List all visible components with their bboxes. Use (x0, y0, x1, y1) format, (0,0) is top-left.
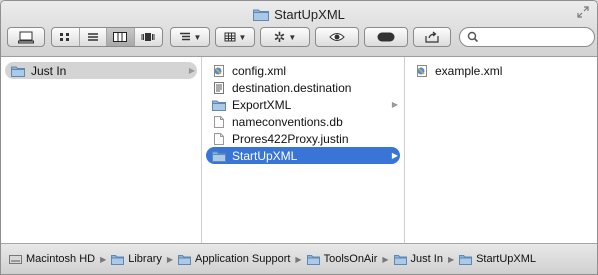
item-name: destination.destination (232, 80, 352, 95)
list-view-button[interactable] (80, 28, 107, 46)
disclosure-arrow-icon: ▶ (391, 100, 398, 109)
folder-icon (111, 254, 125, 265)
path-item[interactable]: ToolsOnAir (306, 253, 378, 265)
eye-icon (329, 33, 345, 41)
path-item[interactable]: StartUpXML (459, 253, 536, 265)
search-field[interactable] (459, 27, 595, 47)
blank-file-icon (214, 115, 224, 128)
item-name: StartUpXML (232, 148, 298, 163)
toggle-button[interactable] (364, 27, 408, 47)
icon-view-icon (60, 33, 70, 41)
path-item-label: Library (128, 253, 162, 265)
path-item-label: ToolsOnAir (323, 253, 378, 265)
item-name: Just In (31, 63, 67, 78)
item-name: Prores422Proxy.justin (232, 131, 349, 146)
blank-file-icon (214, 132, 224, 145)
column-1: Just In ▶ (1, 57, 202, 243)
folder-icon (253, 9, 270, 21)
folder-icon (178, 254, 192, 265)
column-2: config.xml destination.destination ExportX… (202, 57, 405, 243)
folder-icon (11, 66, 25, 77)
column-3: example.xml (405, 57, 597, 243)
folder-icon (212, 100, 226, 111)
back-forward-button[interactable] (7, 27, 45, 47)
xml-file-icon (417, 64, 427, 77)
path-separator-icon: ▶ (447, 254, 455, 264)
item-name: ExportXML (232, 97, 292, 112)
share-button[interactable] (413, 27, 451, 47)
item-name: example.xml (435, 63, 503, 78)
path-bar: Macintosh HD ▶ Library ▶ Application Support… (1, 243, 597, 274)
arrange-icon (179, 32, 190, 41)
path-item[interactable]: Macintosh HD (9, 253, 95, 265)
list-item[interactable]: Prores422Proxy.justin (206, 130, 400, 147)
fullscreen-icon[interactable] (577, 6, 589, 18)
toggle-icon (377, 32, 395, 42)
list-item[interactable]: destination.destination (206, 79, 400, 96)
path-item[interactable]: Application Support (178, 253, 290, 265)
action-button[interactable]: ✲ ▼ (260, 27, 310, 47)
path-item[interactable]: Library (111, 253, 162, 265)
path-separator-icon: ▶ (166, 254, 174, 264)
icon-view-button[interactable] (52, 28, 80, 46)
path-item-label: Application Support (195, 253, 291, 265)
list-item[interactable]: Just In ▶ (5, 62, 197, 79)
share-icon (425, 31, 439, 43)
search-input[interactable] (482, 30, 591, 45)
item-name: config.xml (232, 63, 287, 78)
coverflow-view-icon (141, 33, 155, 41)
chevron-down-icon: ▼ (193, 32, 202, 42)
search-icon (467, 31, 479, 43)
column-view-icon (113, 32, 128, 42)
item-name: nameconventions.db (232, 114, 343, 129)
list-item[interactable]: ExportXML ▶ (206, 96, 400, 113)
chevron-down-icon: ▼ (238, 32, 247, 42)
chevron-down-icon: ▼ (288, 32, 297, 42)
xml-file-icon (214, 64, 224, 77)
column-browser: Just In ▶ config.xml destination.destinati… (1, 57, 597, 243)
arrange-button[interactable]: ▼ (170, 27, 210, 47)
disclosure-arrow-icon: ▶ (391, 151, 398, 160)
document-icon (214, 81, 224, 94)
path-separator-icon: ▶ (382, 254, 389, 264)
list-view-icon (87, 33, 98, 41)
title-bar: StartUpXML ▼ ▼ ✲ ▼ (1, 1, 597, 57)
list-item[interactable]: example.xml (409, 62, 593, 79)
view-mode-segments (51, 27, 163, 47)
path-item-label: StartUpXML (476, 253, 537, 265)
grid-menu-icon (224, 32, 236, 42)
window-title: StartUpXML (1, 7, 597, 22)
view-options-button[interactable]: ▼ (215, 27, 255, 47)
path-separator-icon: ▶ (100, 254, 107, 264)
path-separator-icon: ▶ (295, 254, 302, 264)
path-item-label: Just In (410, 253, 443, 265)
folder-icon (459, 254, 473, 265)
folder-icon (212, 151, 226, 162)
list-item[interactable]: config.xml (206, 62, 400, 79)
finder-window: StartUpXML ▼ ▼ ✲ ▼ Just In ▶ config.xml … (0, 0, 598, 275)
quick-look-button[interactable] (315, 27, 359, 47)
gear-icon: ✲ (273, 29, 286, 45)
disclosure-arrow-icon: ▶ (188, 66, 195, 75)
coverflow-view-button[interactable] (135, 28, 162, 46)
hard-drive-icon (9, 255, 22, 264)
path-item[interactable]: Just In (393, 253, 443, 265)
column-view-button[interactable] (107, 28, 135, 46)
list-item[interactable]: StartUpXML ▶ (206, 147, 400, 164)
list-item[interactable]: nameconventions.db (206, 113, 400, 130)
folder-icon (393, 254, 407, 265)
path-item-label: Macintosh HD (26, 253, 96, 265)
window-title-text: StartUpXML (274, 7, 345, 22)
computer-icon (18, 31, 34, 43)
folder-icon (306, 254, 320, 265)
